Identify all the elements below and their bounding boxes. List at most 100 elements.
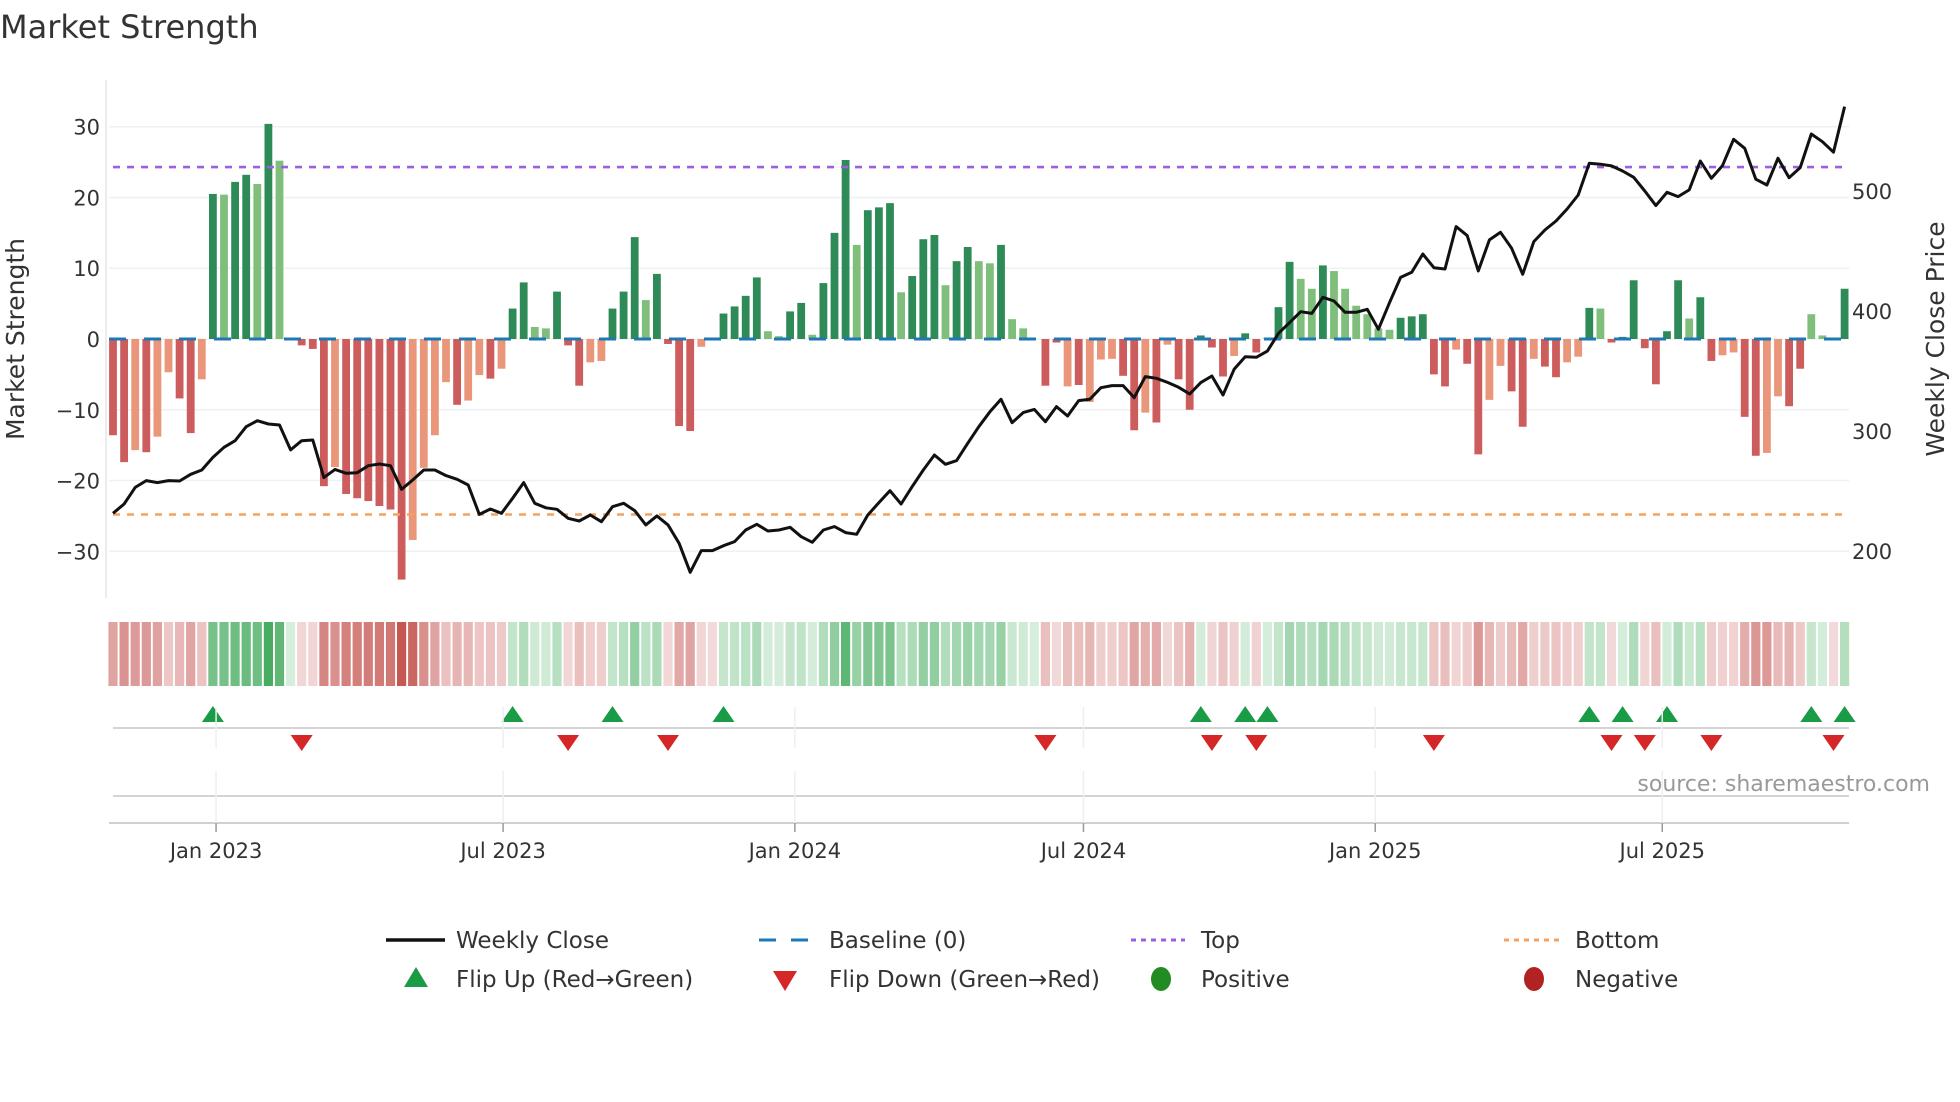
flip-down-marker (1822, 735, 1845, 751)
flip-down-marker (1200, 735, 1223, 751)
strip-cell (508, 622, 518, 686)
strength-bar (342, 339, 350, 494)
y-tick-label: 10 (73, 257, 100, 281)
strip-cell (319, 622, 329, 686)
strength-bar (1774, 339, 1782, 397)
strip-cell (1240, 622, 1250, 686)
strength-bar (386, 339, 395, 510)
strip-cell (807, 622, 817, 686)
strength-bar (1285, 261, 1294, 339)
strip-cell (141, 622, 151, 686)
strip-cell (463, 622, 473, 686)
strip-cell (696, 622, 706, 686)
strength-bar (1718, 339, 1727, 356)
strip-cell (274, 622, 285, 686)
strength-bar (1596, 308, 1605, 339)
strip-cell (1118, 622, 1128, 686)
strip-cell (352, 622, 362, 686)
strength-bar (197, 339, 206, 380)
strength-bar (1108, 339, 1116, 359)
strip-cell (1840, 622, 1850, 686)
strip-cell (752, 622, 762, 686)
strength-bar (1674, 280, 1682, 339)
flip-down-marker (1700, 735, 1723, 751)
legend-label: Negative (1575, 967, 1678, 993)
strength-bar (875, 207, 883, 339)
strength-bar (941, 285, 950, 339)
strip-cell (718, 622, 729, 686)
strip-cell (175, 622, 185, 686)
strip-cell (619, 622, 629, 686)
strip-cell (985, 622, 995, 686)
strip-cell (1185, 622, 1195, 686)
strip-cell (1107, 622, 1117, 686)
strip-cell (1007, 622, 1017, 686)
strip-cell (1673, 622, 1683, 686)
strip-cell (1063, 622, 1073, 686)
strength-bar (764, 331, 772, 339)
strip-cell (1340, 622, 1350, 686)
legend-label: Weekly Close (456, 928, 609, 954)
flip-up-marker (1800, 706, 1823, 722)
strength-bar (453, 339, 461, 405)
strip-cell (1162, 622, 1173, 686)
strip-cell (1773, 622, 1783, 686)
strip-cell (1096, 622, 1106, 686)
strength-bar (1740, 339, 1749, 417)
strength-bar (364, 339, 373, 502)
flip-markers (113, 706, 1856, 797)
strength-bar (1341, 288, 1349, 339)
strip-cell (1651, 622, 1661, 686)
strip-cell (530, 622, 540, 686)
strength-heat-strip (108, 622, 1850, 686)
strength-bar (1485, 339, 1494, 400)
strength-bar (1518, 339, 1527, 427)
strength-bar (1119, 339, 1127, 376)
right-axis-title: Weekly Close Price (1921, 221, 1950, 456)
right-axis-ticks: 500 400 300 200 (1852, 180, 1892, 564)
strength-bar (1407, 316, 1416, 339)
x-tick-label: Jan 2025 (1327, 839, 1422, 863)
strip-cell (1074, 622, 1084, 686)
strength-bar (164, 339, 173, 373)
strip-cell (1540, 622, 1550, 686)
strip-cell (974, 622, 984, 686)
legend-item-positive: Positive (1151, 967, 1290, 993)
strip-cell (963, 622, 973, 686)
strip-cell (1307, 622, 1317, 686)
strip-cell (1740, 622, 1750, 686)
strength-bar (408, 339, 417, 540)
circle-icon (1524, 967, 1544, 991)
strip-cell (1451, 622, 1461, 686)
x-tick-label: Jan 2024 (747, 839, 842, 863)
strength-bar (553, 291, 561, 339)
strip-cell (1706, 622, 1716, 686)
strength-bar (431, 339, 439, 436)
strength-bar (1474, 339, 1483, 455)
x-axis: Jan 2023 Jul 2023 Jan 2024 Jul 2024 Jan 2025… (109, 707, 1849, 863)
strip-cell (1218, 622, 1228, 686)
strength-bar (519, 282, 528, 339)
strip-cell (286, 622, 296, 686)
strip-cell (108, 622, 118, 686)
x-tick-label: Jul 2025 (1618, 839, 1705, 863)
strength-bar (475, 339, 484, 376)
strength-bar (1751, 339, 1760, 456)
strength-bar (575, 339, 584, 386)
strip-cell (1085, 622, 1095, 686)
strength-bar (597, 339, 606, 361)
strip-cell (1351, 622, 1361, 686)
strength-bar (1452, 339, 1460, 350)
strength-bar (464, 339, 473, 401)
market-strength-chart: Market Strength 30 20 10 0 −10 −20 −30 500 400 3… (0, 8, 1950, 993)
strip-cell (1629, 622, 1639, 686)
strength-bar (619, 291, 628, 339)
strip-cell (952, 622, 962, 686)
strip-cell (308, 622, 318, 686)
strength-bar (497, 339, 506, 369)
strip-cell (852, 622, 862, 686)
flip-down-marker (657, 735, 679, 751)
strip-cell (1418, 622, 1428, 686)
strength-bar (1729, 339, 1738, 353)
strength-bar (974, 261, 983, 339)
